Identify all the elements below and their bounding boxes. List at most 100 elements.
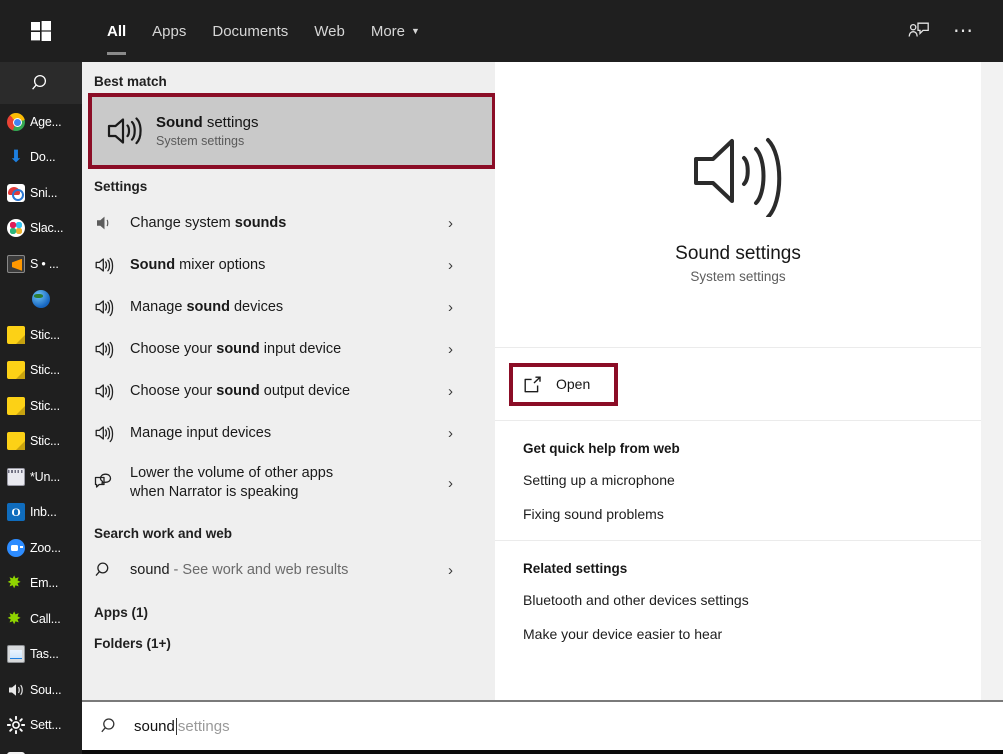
task-manager-icon [7,645,25,664]
taskbar-item[interactable]: Sni... [0,175,82,211]
result-row-setting[interactable]: Manage input devices › [82,412,495,454]
result-row-setting[interactable]: Sound mixer options › [82,244,495,286]
taskbar-item[interactable]: Slac... [0,211,82,247]
search-input[interactable]: sound settings [134,717,230,735]
feedback-icon[interactable] [907,19,931,43]
settings-result-list: Change system sounds › Sound mixer options… [82,202,495,454]
tab-all[interactable]: All [94,0,139,62]
related-settings-link[interactable]: Bluetooth and other devices settings [523,592,981,608]
taskbar-item[interactable]: Stic... [0,388,82,424]
taskbar-item[interactable]: Sou... [0,672,82,708]
tab-apps[interactable]: Apps [139,0,199,62]
related-settings-link[interactable]: Make your device easier to hear [523,626,981,642]
tab-label: More [370,22,406,40]
best-match-title-bold: Sound [156,114,203,131]
result-row-narrator[interactable]: Lower the volume of other apps when Narr… [82,454,495,512]
screen-bottom-edge [0,750,1003,754]
result-row-setting[interactable]: Change system sounds › [82,202,495,244]
result-row-narrator-label: Lower the volume of other apps when Narr… [130,464,333,502]
taskbar-item-label: Stic... [30,434,60,449]
result-row-setting[interactable]: Manage sound devices › [82,286,495,328]
taskbar-item[interactable]: Stic... [0,424,82,460]
taskbar-item[interactable]: Stic... [0,317,82,353]
search-header: All Apps Documents Web More ▼ ⋯ [82,0,1003,62]
taskbar-item[interactable]: Unt... [0,743,82,754]
taskbar-item[interactable]: Tas... [0,637,82,673]
search-screen: Age... ⬇ Do... Sni... Slac... S • ... Stic... S… [0,0,1003,754]
taskbar-item-label: Sett... [30,718,62,733]
windows-logo-icon [30,20,52,42]
result-row-web-search[interactable]: sound - See work and web results › [82,549,495,591]
result-row-setting[interactable]: Choose your sound output device › [82,370,495,412]
outlook-icon: O [7,503,25,522]
taskbar-item-label: Call... [30,611,61,626]
label-match: sounds [234,214,287,231]
taskbar-item-label: Age... [30,114,62,129]
sticky-notes-icon [7,432,25,451]
taskbar-item[interactable]: Age... [0,104,82,140]
tab-more[interactable]: More ▼ [358,0,433,62]
tab-web[interactable]: Web [301,0,358,62]
globe-icon [32,290,50,309]
taskbar-item[interactable] [0,282,82,318]
header-actions: ⋯ [907,19,1003,43]
external-link-icon [523,375,542,394]
taskbar-item[interactable]: Stic... [0,353,82,389]
taskbar-search-button[interactable] [0,62,82,104]
label-suffix: mixer options [175,256,266,273]
taskbar-item[interactable]: Call... [0,601,82,637]
result-row-label: Sound mixer options [130,256,265,275]
result-row-label: Choose your sound input device [130,340,341,359]
tab-documents[interactable]: Documents [199,0,301,62]
taskbar-item[interactable]: S • ... [0,246,82,282]
taskbar-item-label: Stic... [30,327,60,342]
chevron-right-icon: › [448,340,453,358]
taskbar-item[interactable]: O Inb... [0,495,82,531]
results-column: Best match Sound settings System setting… [82,62,496,700]
label-match: sound [186,298,230,315]
apps-heading: Apps (1) [94,605,148,620]
label-prefix: Choose your [130,382,217,399]
chrome-icon [7,112,25,131]
result-row-label: Change system sounds [130,214,286,233]
green-star-icon [7,610,25,628]
tab-label: Apps [152,22,187,40]
best-match-text: Sound settings System settings [156,114,259,148]
open-button[interactable]: Open [508,362,619,406]
open-button-label: Open [556,376,591,392]
folders-heading: Folders (1+) [94,636,171,651]
best-match-subtitle: System settings [156,134,245,148]
taskbar-item[interactable]: Zoo... [0,530,82,566]
taskbar-item[interactable]: ⬇ Do... [0,140,82,176]
settings-heading: Settings [94,179,148,194]
snipping-tool-icon [7,183,25,202]
ellipsis-icon[interactable]: ⋯ [953,21,975,41]
quick-help-link[interactable]: Setting up a microphone [523,472,981,488]
tab-bar: All Apps Documents Web More ▼ [82,0,433,62]
tab-label: Web [314,22,345,40]
taskbar-item[interactable]: Em... [0,566,82,602]
best-match-title-rest: settings [202,114,259,131]
search-input-bar[interactable]: sound settings [82,700,1003,750]
related-settings-heading: Related settings [523,561,628,576]
speaker-mute-icon [94,213,130,233]
taskbar-item[interactable]: Sett... [0,708,82,744]
label-match: sound [216,340,260,357]
taskbar-item-label: *Un... [30,469,61,484]
taskbar-item-label: Sni... [30,185,58,200]
speaker-waves-icon [92,110,156,152]
start-button[interactable] [0,0,82,62]
text-cursor [175,717,177,735]
best-match-heading: Best match [94,74,167,89]
best-match-result[interactable]: Sound settings System settings [88,93,496,169]
result-row-setting[interactable]: Choose your sound input device › [82,328,495,370]
search-icon [100,716,120,736]
related-settings-links: Bluetooth and other devices settings Make… [523,592,981,642]
zoom-icon [7,538,25,557]
quick-help-link[interactable]: Fixing sound problems [523,506,981,522]
taskbar-item[interactable]: *Un... [0,459,82,495]
label-prefix: Manage [130,298,187,315]
open-section: Open [495,348,981,420]
preview-column: Sound settings System settings Open Get … [495,62,1003,700]
speaker-waves-icon [94,381,130,401]
